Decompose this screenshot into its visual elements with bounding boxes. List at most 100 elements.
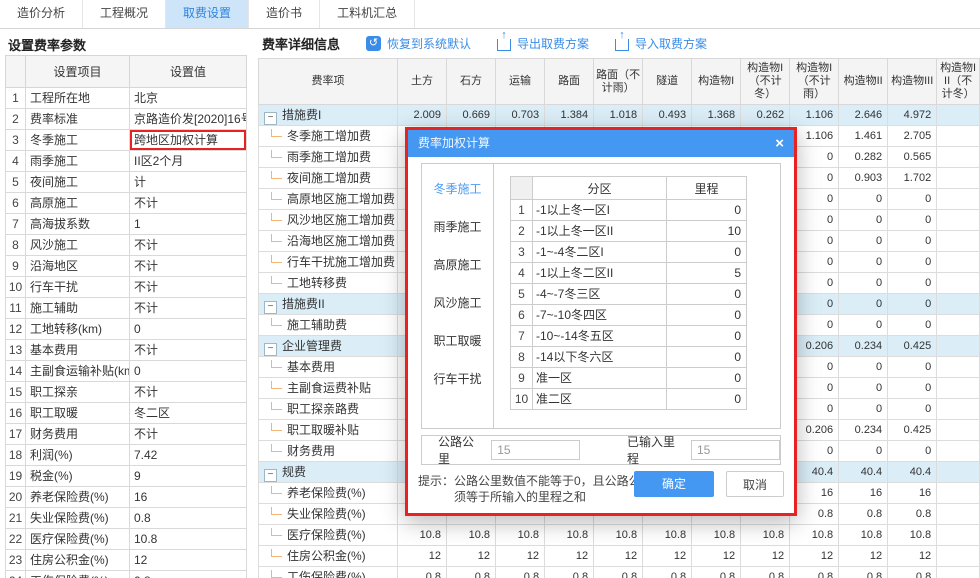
fee-value-cell[interactable]: 0.8 — [643, 567, 692, 578]
fee-row-label-cell[interactable]: 财务费用 — [259, 441, 398, 462]
setting-value-cell[interactable]: 不计 — [130, 256, 247, 277]
fee-value-cell[interactable]: 1.702 — [888, 168, 937, 189]
fee-row-label-cell[interactable]: −措施费I — [259, 105, 398, 126]
fee-value-cell[interactable]: 0 — [888, 399, 937, 420]
fee-row-label-cell[interactable]: 住房公积金(%) — [259, 546, 398, 567]
fee-value-cell[interactable]: 12 — [692, 546, 741, 567]
dialog-tab-5[interactable]: 行车干扰 — [433, 370, 481, 387]
fee-value-cell[interactable]: 0.8 — [692, 567, 741, 578]
highway-km-input[interactable] — [491, 440, 580, 460]
fee-value-cell[interactable]: 1.018 — [594, 105, 643, 126]
fee-value-cell[interactable]: 12 — [545, 546, 594, 567]
setting-value-cell[interactable]: 10.8 — [130, 529, 247, 550]
zone-mileage-cell[interactable]: 0 — [667, 284, 747, 305]
fee-value-cell[interactable]: 0 — [839, 315, 888, 336]
fee-value-cell[interactable]: 0.8 — [398, 567, 447, 578]
restore-default-button[interactable]: ↺ 恢复到系统默认 — [366, 35, 471, 52]
fee-value-cell[interactable]: 0.669 — [447, 105, 496, 126]
fee-row-label-cell[interactable]: 高原地区施工增加费 — [259, 189, 398, 210]
import-scheme-button[interactable]: ↑ 导入取费方案 — [615, 35, 707, 52]
fee-value-cell[interactable]: 12 — [643, 546, 692, 567]
zone-mileage-cell[interactable]: 5 — [667, 263, 747, 284]
fee-value-cell[interactable]: 0 — [839, 231, 888, 252]
fee-value-cell[interactable]: 0 — [888, 315, 937, 336]
fee-value-cell[interactable]: 0 — [888, 357, 937, 378]
collapse-icon[interactable]: − — [264, 469, 277, 482]
fee-row-label-cell[interactable]: 夜间施工增加费 — [259, 168, 398, 189]
setting-value-cell[interactable]: 不计 — [130, 340, 247, 361]
fee-value-cell[interactable]: 1.384 — [545, 105, 594, 126]
zone-mileage-cell[interactable]: 10 — [667, 221, 747, 242]
fee-value-cell[interactable]: 0 — [888, 252, 937, 273]
fee-value-cell[interactable]: 12 — [839, 546, 888, 567]
fee-value-cell[interactable]: 0 — [839, 210, 888, 231]
zone-mileage-cell[interactable]: 0 — [667, 368, 747, 389]
fee-value-cell[interactable]: 0.8 — [839, 567, 888, 578]
fee-value-cell[interactable]: 1.368 — [692, 105, 741, 126]
fee-value-cell[interactable]: 2.009 — [398, 105, 447, 126]
collapse-icon[interactable]: − — [264, 301, 277, 314]
collapse-icon[interactable]: − — [264, 112, 277, 125]
fee-value-cell[interactable]: 0.8 — [447, 567, 496, 578]
tab-0[interactable]: 造价分析 — [0, 0, 83, 28]
fee-value-cell[interactable]: 0 — [839, 399, 888, 420]
fee-value-cell[interactable]: 0.8 — [594, 567, 643, 578]
fee-row-label-cell[interactable]: 主副食运费补贴 — [259, 378, 398, 399]
fee-value-cell[interactable]: 0.8 — [496, 567, 545, 578]
setting-value-cell[interactable]: II区2个月 — [130, 151, 247, 172]
fee-value-cell[interactable]: 12 — [741, 546, 790, 567]
setting-value-cell[interactable]: 1 — [130, 214, 247, 235]
fee-value-cell[interactable]: 10.8 — [888, 525, 937, 546]
fee-value-cell[interactable]: 10.8 — [398, 525, 447, 546]
fee-value-cell[interactable]: 10.8 — [594, 525, 643, 546]
fee-value-cell[interactable]: 10.8 — [790, 525, 839, 546]
zone-mileage-cell[interactable]: 0 — [667, 200, 747, 221]
fee-value-cell[interactable]: 0.8 — [888, 567, 937, 578]
tab-4[interactable]: 工料机汇总 — [320, 0, 415, 28]
fee-value-cell[interactable]: 1.461 — [839, 126, 888, 147]
fee-value-cell[interactable]: 0.493 — [643, 105, 692, 126]
fee-value-cell[interactable]: 0.8 — [545, 567, 594, 578]
fee-value-cell[interactable]: 10.8 — [447, 525, 496, 546]
tab-2[interactable]: 取费设置 — [166, 0, 249, 28]
dialog-tab-0[interactable]: 冬季施工 — [433, 180, 481, 197]
fee-value-cell[interactable]: 0.8 — [741, 567, 790, 578]
setting-value-cell[interactable]: 12 — [130, 550, 247, 571]
fee-value-cell[interactable]: 0.8 — [790, 567, 839, 578]
dialog-tab-2[interactable]: 高原施工 — [433, 256, 481, 273]
fee-value-cell[interactable]: 0 — [888, 378, 937, 399]
fee-row-label-cell[interactable]: 失业保险费(%) — [259, 504, 398, 525]
setting-value-cell[interactable]: 16 — [130, 487, 247, 508]
setting-value-cell[interactable]: 京路造价发[2020]16号 — [130, 109, 247, 130]
fee-value-cell[interactable]: 10.8 — [692, 525, 741, 546]
fee-row-label-cell[interactable]: −规费 — [259, 462, 398, 483]
fee-row-label-cell[interactable]: 沿海地区施工增加费 — [259, 231, 398, 252]
setting-value-cell[interactable]: 计 — [130, 172, 247, 193]
fee-row-label-cell[interactable]: 职工取暖补贴 — [259, 420, 398, 441]
fee-value-cell[interactable]: 0 — [888, 273, 937, 294]
fee-value-cell[interactable]: 0 — [839, 441, 888, 462]
fee-value-cell[interactable]: 0 — [839, 252, 888, 273]
fee-row-label-cell[interactable]: 行车干扰施工增加费 — [259, 252, 398, 273]
fee-value-cell[interactable]: 0 — [839, 357, 888, 378]
dialog-tab-4[interactable]: 职工取暖 — [433, 332, 481, 349]
fee-row-label-cell[interactable]: −企业管理费 — [259, 336, 398, 357]
fee-value-cell[interactable]: 12 — [594, 546, 643, 567]
fee-row-label-cell[interactable]: 施工辅助费 — [259, 315, 398, 336]
dialog-tab-3[interactable]: 风沙施工 — [433, 294, 481, 311]
fee-value-cell[interactable]: 0 — [839, 378, 888, 399]
fee-value-cell[interactable]: 40.4 — [839, 462, 888, 483]
fee-value-cell[interactable]: 0.234 — [839, 336, 888, 357]
setting-value-cell[interactable]: 0 — [130, 361, 247, 382]
setting-value-cell[interactable]: 0 — [130, 319, 247, 340]
tab-3[interactable]: 造价书 — [249, 0, 320, 28]
dialog-tab-1[interactable]: 雨季施工 — [433, 218, 481, 235]
setting-value-cell[interactable]: 跨地区加权计算 — [130, 130, 247, 151]
fee-value-cell[interactable]: 0.282 — [839, 147, 888, 168]
collapse-icon[interactable]: − — [264, 343, 277, 356]
zone-mileage-cell[interactable]: 0 — [667, 347, 747, 368]
fee-value-cell[interactable]: 0.262 — [741, 105, 790, 126]
setting-value-cell[interactable]: 不计 — [130, 193, 247, 214]
setting-value-cell[interactable]: 0.8 — [130, 571, 247, 578]
fee-value-cell[interactable]: 12 — [888, 546, 937, 567]
